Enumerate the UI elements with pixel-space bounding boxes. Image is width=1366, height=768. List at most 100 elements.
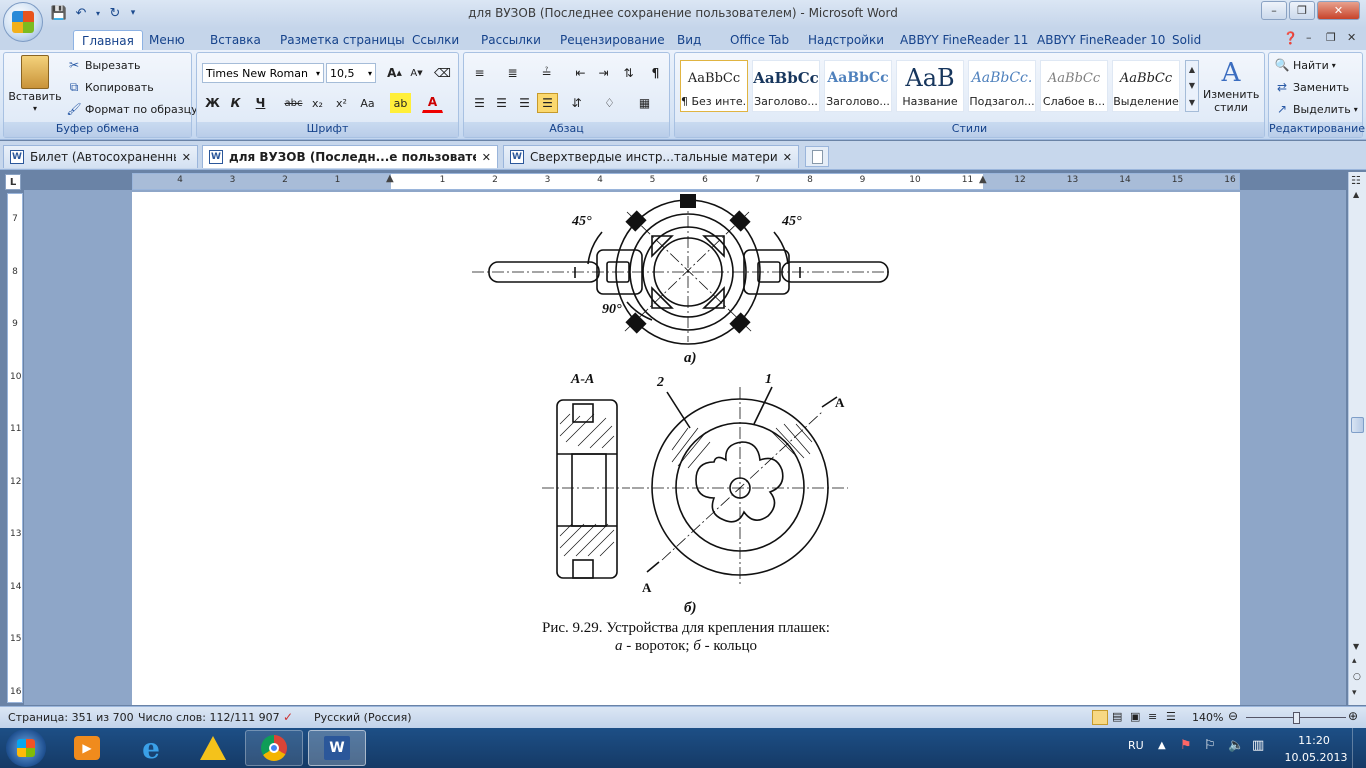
indent-marker-icon[interactable]: ▲ bbox=[386, 173, 394, 184]
vertical-scrollbar[interactable]: ☷ ▲ ▼ ▴ ○ ▾ bbox=[1348, 172, 1366, 705]
paste-button[interactable]: Вставить ▾ bbox=[8, 55, 62, 113]
network-icon[interactable]: ▥ bbox=[1252, 738, 1264, 753]
page-count[interactable]: Страница: 351 из 700 bbox=[8, 711, 134, 724]
select-button[interactable]: ↗ Выделить ▾ bbox=[1274, 101, 1358, 117]
close-window-button[interactable]: ✕ bbox=[1317, 1, 1360, 20]
start-button[interactable] bbox=[6, 729, 46, 767]
draft-icon[interactable]: ☰ bbox=[1166, 710, 1176, 723]
style-tile-4[interactable]: AaBbCc. Подзагол... bbox=[968, 60, 1036, 112]
superscript-button[interactable]: x² bbox=[331, 93, 352, 113]
borders-icon[interactable]: ▦ bbox=[634, 93, 655, 113]
taskbar-ie[interactable]: e bbox=[122, 730, 180, 766]
strikethrough-button[interactable]: abc bbox=[283, 93, 304, 113]
close-tab-icon[interactable]: ✕ bbox=[482, 151, 491, 164]
align-center-icon[interactable]: ☰ bbox=[491, 93, 512, 113]
ruler-toggle-icon[interactable]: ☷ bbox=[1351, 174, 1361, 187]
style-tile-0[interactable]: AaBbCc ¶ Без инте... bbox=[680, 60, 748, 112]
security-icon[interactable]: ⚑ bbox=[1180, 738, 1192, 753]
clock-date[interactable]: 10.05.2013 bbox=[1284, 751, 1348, 764]
grow-font-button[interactable]: A ▲ bbox=[384, 63, 405, 83]
clock-time[interactable]: 11:20 bbox=[1292, 734, 1336, 747]
previous-page-icon[interactable]: ▴ bbox=[1352, 656, 1357, 666]
document-page[interactable]: 45° 45° 90° а) А-А 2 1 А А б) Рис. 9.29.… bbox=[132, 192, 1240, 705]
align-left-icon[interactable]: ☰ bbox=[469, 93, 490, 113]
doc-tab-0[interactable]: W Билет (Автосохраненный) ✕ bbox=[3, 145, 198, 168]
copy-button[interactable]: ⧉ Копировать bbox=[66, 79, 154, 95]
tab-2[interactable]: Вставка bbox=[202, 30, 269, 50]
word-count[interactable]: Число слов: 112/111 907 bbox=[138, 711, 280, 724]
help-icon[interactable]: ❓ bbox=[1283, 31, 1298, 45]
tab-6[interactable]: Рецензирование bbox=[552, 30, 673, 50]
shading-icon[interactable]: ♢ bbox=[599, 93, 620, 113]
new-tab-button[interactable] bbox=[805, 146, 829, 167]
full-screen-icon[interactable]: ▤ bbox=[1112, 710, 1122, 723]
close-tab-icon[interactable]: ✕ bbox=[783, 151, 792, 164]
tab-3[interactable]: Разметка страницы bbox=[272, 30, 413, 50]
taskbar-app-triangle[interactable] bbox=[184, 730, 242, 766]
language-indicator[interactable]: Русский (Россия) bbox=[314, 711, 412, 724]
underline-button[interactable]: Ч bbox=[250, 93, 271, 113]
scroll-thumb[interactable] bbox=[1351, 417, 1364, 433]
vertical-ruler[interactable]: 7 8 9 10 11 12 13 14 15 16 bbox=[7, 193, 23, 703]
style-tile-6[interactable]: AaBbCc Выделение bbox=[1112, 60, 1180, 112]
taskbar-chrome[interactable] bbox=[245, 730, 303, 766]
change-case-button[interactable]: Aa bbox=[357, 93, 378, 113]
line-spacing-icon[interactable]: ⇵ bbox=[566, 93, 587, 113]
tab-9[interactable]: Надстройки bbox=[800, 30, 892, 50]
tab-4[interactable]: Ссылки bbox=[404, 30, 467, 50]
doc-close-icon[interactable]: ✕ bbox=[1347, 31, 1356, 44]
print-layout-icon[interactable] bbox=[1092, 710, 1108, 725]
pilcrow-icon[interactable]: ¶ bbox=[645, 63, 666, 83]
zoom-level[interactable]: 140% bbox=[1192, 711, 1223, 724]
right-indent-marker-icon[interactable]: ▲ bbox=[979, 174, 987, 185]
tab-selector-icon[interactable]: L bbox=[5, 174, 21, 190]
show-desktop-button[interactable] bbox=[1352, 728, 1366, 768]
cut-button[interactable]: ✂ Вырезать bbox=[66, 57, 141, 73]
clear-formatting-icon[interactable]: ⌫ bbox=[432, 63, 453, 83]
tab-7[interactable]: Вид bbox=[669, 30, 709, 50]
style-tile-1[interactable]: AaBbCc Заголово... bbox=[752, 60, 820, 112]
italic-button[interactable]: К bbox=[225, 93, 246, 113]
doc-tab-2[interactable]: W Сверхтвердые инстр...тальные материалы … bbox=[503, 145, 799, 168]
office-button[interactable] bbox=[3, 2, 43, 42]
tab-11[interactable]: ABBYY FineReader 10 bbox=[1029, 30, 1173, 50]
scroll-down-icon[interactable]: ▼ bbox=[1189, 81, 1195, 90]
increase-indent-icon[interactable]: ⇥ bbox=[593, 63, 614, 83]
more-styles-icon[interactable]: ▼ bbox=[1189, 98, 1195, 107]
scroll-up-icon[interactable]: ▲ bbox=[1189, 65, 1195, 74]
font-color-icon[interactable]: A bbox=[422, 93, 443, 113]
minimize-button[interactable]: – bbox=[1261, 1, 1287, 20]
tab-0[interactable]: Главная bbox=[73, 30, 143, 50]
change-styles-button[interactable]: A Изменить стили bbox=[1202, 58, 1260, 120]
bullets-icon[interactable]: ≡ bbox=[469, 63, 490, 83]
tab-10[interactable]: ABBYY FineReader 11 bbox=[892, 30, 1036, 50]
tab-8[interactable]: Office Tab bbox=[722, 30, 797, 50]
zoom-in-icon[interactable]: ⊕ bbox=[1348, 709, 1358, 723]
scroll-down-icon[interactable]: ▼ bbox=[1353, 642, 1359, 651]
style-tile-3[interactable]: AaB Название bbox=[896, 60, 964, 112]
zoom-slider-thumb[interactable] bbox=[1293, 712, 1300, 724]
replace-button[interactable]: ⇄ Заменить bbox=[1274, 79, 1349, 95]
tab-1[interactable]: Меню bbox=[141, 30, 193, 50]
doc-tab-1[interactable]: Wдля ВУЗОВ (Последн...е пользователем) *… bbox=[202, 145, 498, 168]
format-painter-button[interactable]: 🖌 Формат по образцу bbox=[66, 101, 197, 117]
styles-scroll[interactable]: ▲ ▼ ▼ bbox=[1185, 60, 1199, 112]
style-tile-2[interactable]: AaBbCc Заголово... bbox=[824, 60, 892, 112]
web-layout-icon[interactable]: ▣ bbox=[1130, 710, 1140, 723]
align-right-icon[interactable]: ☰ bbox=[514, 93, 535, 113]
style-tile-5[interactable]: AaBbCc Слабое в... bbox=[1040, 60, 1108, 112]
find-button[interactable]: 🔍 Найти ▾ bbox=[1274, 57, 1336, 73]
taskbar-word[interactable]: W bbox=[308, 730, 366, 766]
doc-minimize-icon[interactable]: – bbox=[1306, 31, 1312, 44]
taskbar-media-player[interactable]: ▶ bbox=[58, 730, 116, 766]
tab-12[interactable]: Solid bbox=[1164, 30, 1209, 50]
horizontal-ruler[interactable]: 4 3 2 1 1 2 3 4 5 6 7 8 9 10 11 12 13 14 15 16 ▲ ▲ bbox=[132, 173, 1240, 190]
input-language[interactable]: RU bbox=[1128, 739, 1144, 752]
next-page-icon[interactable]: ▾ bbox=[1352, 688, 1357, 698]
tab-5[interactable]: Рассылки bbox=[473, 30, 549, 50]
decrease-indent-icon[interactable]: ⇤ bbox=[570, 63, 591, 83]
sort-icon[interactable]: ⇅ bbox=[618, 63, 639, 83]
bold-button[interactable]: Ж bbox=[202, 93, 223, 113]
doc-restore-icon[interactable]: ❐ bbox=[1326, 31, 1336, 44]
font-size-select[interactable]: 10,5 ▾ bbox=[326, 63, 376, 83]
